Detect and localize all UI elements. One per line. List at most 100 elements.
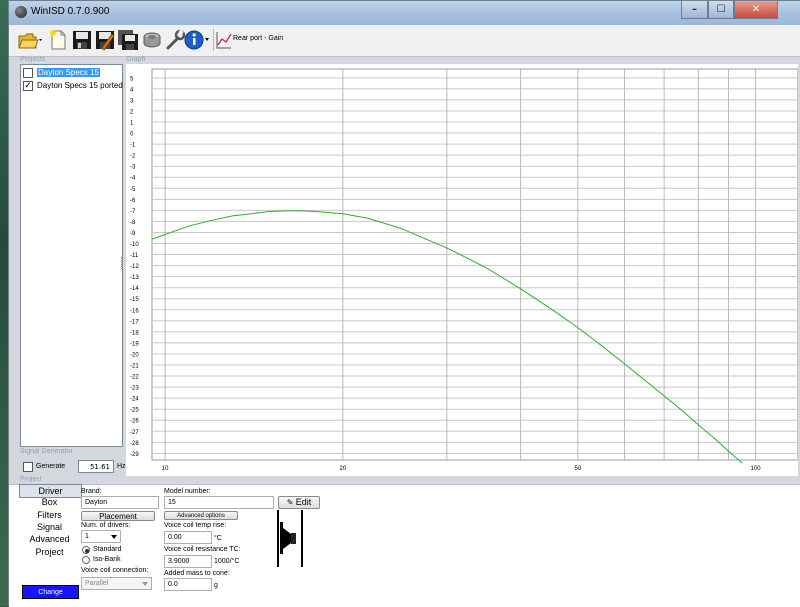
y-tick-label: -18	[130, 330, 139, 336]
vc-temp-rise-label: Voice coil temp rise:	[164, 522, 227, 529]
brand-field[interactable]: Dayton	[81, 496, 159, 509]
y-tick-label: -9	[130, 231, 136, 237]
vc-connection-value: Parallel	[85, 580, 109, 587]
y-tick-label: -25	[130, 408, 139, 414]
line-chart-icon	[216, 32, 232, 49]
y-tick-label: -27	[130, 430, 139, 436]
isobarik-label: Iso-Barik	[93, 556, 121, 563]
y-tick-label: -4	[130, 176, 136, 182]
new-document-button[interactable]	[47, 29, 69, 51]
chevron-down-icon	[111, 535, 117, 539]
brand-label: Brand:	[81, 488, 102, 495]
vc-resistance-tc-field[interactable]: 3.9000	[164, 555, 212, 568]
rear-port-gain-chart-button[interactable]	[216, 29, 232, 51]
y-tick-label: -28	[130, 441, 139, 447]
info-button[interactable]	[184, 29, 212, 51]
added-mass-field[interactable]: 0.0	[164, 578, 212, 591]
save-button[interactable]	[71, 29, 93, 51]
model-number-label: Model number:	[164, 488, 211, 495]
y-tick-label: -29	[130, 452, 139, 458]
save-all-button[interactable]	[117, 29, 139, 51]
y-tick-label: -22	[130, 375, 139, 381]
change-button[interactable]: Change	[22, 585, 79, 599]
y-tick-label: -20	[130, 352, 139, 358]
tab-filters[interactable]: Filters	[19, 509, 80, 521]
advanced-options-button[interactable]: Advanced options	[164, 511, 238, 520]
tab-advanced[interactable]: Advanced	[19, 533, 80, 545]
gain-chart: 543210-1-2-3-4-5-6-7-8-9-10-11-12-13-14-…	[130, 68, 799, 472]
minimize-button[interactable]: –	[681, 1, 708, 19]
toolbar: Rear port - Gain	[9, 25, 800, 57]
y-tick-label: -23	[130, 386, 139, 392]
save-as-icon	[96, 31, 115, 51]
save-all-icon	[118, 30, 138, 50]
response-graph[interactable]: 5 4 3 2 1 0 -1 -2 -3 -4 -5 -6 -7 -8 -9 -10 -11 -12 -13 -14-…	[126, 64, 800, 476]
y-tick-label: -21	[130, 364, 139, 370]
isobarik-radio[interactable]	[82, 556, 90, 564]
y-tick-label: -2	[130, 154, 136, 160]
chevron-down-icon	[142, 582, 148, 586]
vc-resistance-tc-label: Voice coil resistance TC:	[164, 546, 241, 553]
project-visible-checkbox[interactable]	[23, 68, 33, 78]
y-tick-label: -17	[130, 319, 139, 325]
y-tick-label: -5	[130, 187, 136, 193]
vc-connection-select[interactable]: Parallel	[81, 577, 152, 590]
toolbar-separator	[213, 29, 214, 51]
driver-database-button[interactable]	[141, 29, 163, 51]
project-name: Dayton Specs 15	[37, 68, 100, 77]
driver-preview	[277, 510, 303, 567]
edit-button-label: Edit	[295, 497, 312, 507]
vc-resistance-tc-unit: 1000/°C	[214, 558, 240, 565]
edit-icon: ✎	[286, 498, 294, 507]
generate-checkbox[interactable]	[23, 462, 33, 472]
y-tick-label: -1	[130, 143, 136, 149]
vc-temp-rise-field[interactable]: 0.00	[164, 531, 212, 544]
graph-panel-label: Graph	[126, 56, 146, 63]
close-button[interactable]: ✕	[734, 1, 778, 19]
tab-box[interactable]: Box	[19, 496, 80, 508]
tab-signal[interactable]: Signal	[19, 521, 80, 533]
y-tick-label: -7	[130, 209, 136, 215]
num-drivers-label: Num. of drivers:	[81, 522, 131, 529]
y-tick-label: -12	[130, 264, 139, 270]
y-tick-label: -26	[130, 419, 139, 425]
signal-generator-label: Signal Generator	[20, 448, 73, 455]
y-tick-label: -11	[130, 253, 139, 259]
edit-button[interactable]: ✎ Edit	[278, 496, 320, 509]
floppy-disk-icon	[73, 31, 91, 49]
projects-panel-label: Projects	[20, 56, 46, 63]
added-mass-label: Added mass to cone:	[164, 570, 230, 577]
plot-area	[151, 68, 799, 461]
app-icon	[15, 6, 27, 18]
project-name: Dayton Specs 15 ported	[37, 81, 123, 90]
open-folder-button[interactable]	[17, 29, 45, 51]
project-item-dayton-specs-15[interactable]: Dayton Specs 15	[23, 67, 122, 80]
y-tick-label: -8	[130, 220, 136, 226]
frequency-input[interactable]: 51.61	[78, 460, 114, 473]
title-bar[interactable]: WinISD 0.7.0.900 – ☐ ✕	[9, 1, 800, 25]
model-number-field[interactable]: 15	[164, 496, 274, 509]
y-tick-label: 3	[130, 98, 134, 104]
splitter-grip[interactable]	[121, 257, 124, 269]
wrench-icon	[166, 29, 186, 50]
tab-project[interactable]: Project	[19, 546, 80, 558]
save-as-button[interactable]	[94, 29, 116, 51]
y-tick-label: -6	[130, 198, 136, 204]
maximize-button[interactable]: ☐	[708, 1, 734, 19]
project-visible-checkbox[interactable]: ✓	[23, 81, 33, 91]
y-tick-label: -19	[130, 341, 139, 347]
placement-button[interactable]: Placement	[81, 511, 155, 521]
project-item-dayton-specs-15-ported[interactable]: ✓ Dayton Specs 15 ported	[23, 80, 123, 93]
info-icon	[184, 30, 209, 50]
projects-list: Dayton Specs 15 ✓ Dayton Specs 15 ported	[20, 64, 123, 447]
num-drivers-select[interactable]: 1	[81, 530, 121, 543]
y-tick-label: -13	[130, 275, 139, 281]
tools-button[interactable]	[164, 29, 186, 51]
standard-radio[interactable]	[82, 546, 90, 554]
speaker-disc-icon	[143, 32, 161, 48]
generate-label: Generate	[36, 463, 66, 470]
new-document-icon	[50, 30, 66, 50]
x-tick-label: 100	[751, 466, 762, 472]
y-tick-label: 4	[130, 87, 134, 93]
vc-connection-label: Voice coil connection:	[81, 567, 149, 574]
